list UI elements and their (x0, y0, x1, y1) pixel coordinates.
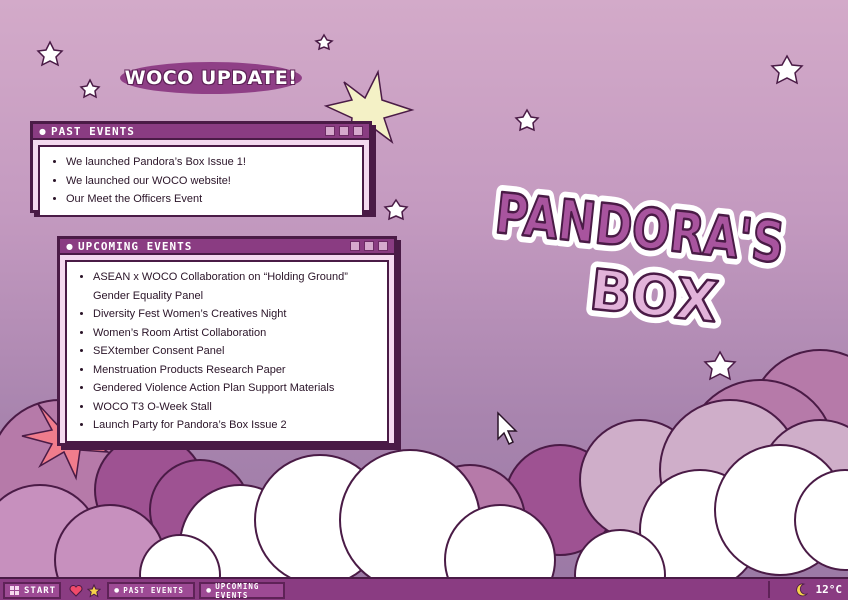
taskbar: START ● PAST EVENTS ● UPCOMING EVENTS 12… (0, 577, 848, 600)
close-button[interactable] (378, 241, 388, 251)
star-icon[interactable] (87, 583, 101, 598)
past-events-window[interactable]: ● PAST EVENTS We launched Pandora’s Box … (30, 121, 372, 217)
start-label: START (24, 585, 57, 596)
desktop: WOCO UPDATE! PANDORA'S PANDORA'S BOX BOX… (0, 0, 848, 600)
temperature-readout: 12°C (815, 583, 843, 596)
logo-line2-text: BOX (587, 258, 721, 335)
bullet-icon: ● (39, 126, 46, 136)
list-item: Menstruation Products Research Paper (93, 361, 377, 380)
past-events-list: We launched Pandora’s Box Issue 1! We la… (40, 147, 362, 215)
taskbar-tab-upcoming-events[interactable]: ● UPCOMING EVENTS (199, 581, 285, 600)
taskbar-icons (69, 583, 101, 598)
list-item: WOCO T3 O-Week Stall (93, 398, 377, 417)
headline-banner: WOCO UPDATE! (120, 62, 302, 94)
taskbar-tab-past-events[interactable]: ● PAST EVENTS (107, 582, 195, 599)
upcoming-events-title: UPCOMING EVENTS (77, 239, 193, 253)
mouse-pointer-icon (497, 411, 518, 445)
system-tray: 12°C (768, 581, 842, 598)
list-item: ASEAN x WOCO Collaboration on “Holding G… (93, 268, 377, 305)
list-item: We launched Pandora’s Box Issue 1! (66, 153, 352, 172)
upcoming-events-content: ASEAN x WOCO Collaboration on “Holding G… (65, 260, 389, 443)
maximize-button[interactable] (364, 241, 374, 251)
list-item: Our Meet the Officers Event (66, 190, 352, 209)
start-button[interactable]: START (3, 582, 61, 599)
headline-text: WOCO UPDATE! (124, 67, 298, 89)
bullet-icon: ● (66, 241, 73, 251)
minimize-button[interactable] (350, 241, 360, 251)
past-events-titlebar[interactable]: ● PAST EVENTS (33, 124, 369, 140)
tab-label: PAST EVENTS (123, 586, 184, 595)
maximize-button[interactable] (339, 126, 349, 136)
close-button[interactable] (353, 126, 363, 136)
tab-label: UPCOMING EVENTS (215, 581, 260, 600)
past-events-title: PAST EVENTS (50, 124, 135, 138)
upcoming-events-window[interactable]: ● UPCOMING EVENTS ASEAN x WOCO Collabora… (57, 236, 397, 446)
pandoras-box-logo: PANDORA'S PANDORA'S BOX BOX (485, 185, 794, 335)
past-events-content: We launched Pandora’s Box Issue 1! We la… (38, 145, 364, 217)
bullet-icon: ● (206, 587, 212, 594)
list-item: Diversity Fest Women’s Creatives Night (93, 305, 377, 324)
upcoming-events-titlebar[interactable]: ● UPCOMING EVENTS (60, 239, 394, 255)
list-item: Launch Party for Pandora’s Box Issue 2 (93, 416, 377, 435)
minimize-button[interactable] (325, 126, 335, 136)
list-item: Women’s Room Artist Collaboration (93, 324, 377, 343)
heart-icon[interactable] (69, 584, 83, 597)
list-item: We launched our WOCO website! (66, 172, 352, 191)
list-item: SEXtember Consent Panel (93, 342, 377, 361)
bullet-icon: ● (114, 587, 120, 594)
list-item: Gendered Violence Action Plan Support Ma… (93, 379, 377, 398)
moon-icon (795, 582, 808, 596)
upcoming-events-list: ASEAN x WOCO Collaboration on “Holding G… (67, 262, 387, 441)
windows-grid-icon (10, 586, 19, 595)
